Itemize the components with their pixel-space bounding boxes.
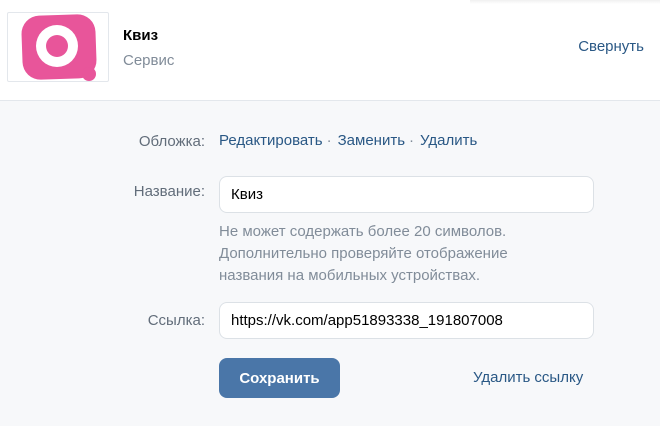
cover-edit-link[interactable]: Редактировать [219, 132, 323, 149]
app-title: Квиз [123, 27, 159, 44]
name-hint: Не может содержать более 20 символов. До… [219, 223, 508, 284]
link-label: Ссылка: [147, 312, 205, 329]
cover-label: Обложка: [138, 133, 205, 150]
popup-shadow [470, 0, 660, 4]
settings-form: Обложка: Редактировать · Заменить · Удал… [0, 101, 660, 426]
link-input[interactable] [219, 302, 594, 339]
cover-delete-link[interactable]: Удалить [420, 132, 477, 149]
separator-dot: · [326, 132, 332, 149]
app-settings-panel: Квиз Сервис Свернуть Обложка: Редактиров… [0, 0, 660, 426]
separator-dot: · [409, 132, 415, 149]
name-input[interactable] [219, 176, 594, 213]
collapse-link[interactable]: Свернуть [578, 38, 644, 55]
name-label: Название: [133, 183, 205, 200]
app-logo-icon [7, 12, 109, 82]
save-button[interactable]: Сохранить [219, 358, 340, 398]
app-header: Квиз Сервис Свернуть [0, 0, 660, 101]
cover-actions: Редактировать · Заменить · Удалить [219, 132, 477, 149]
delete-link-button[interactable]: Удалить ссылку [473, 369, 583, 386]
app-subtitle: Сервис [123, 52, 175, 69]
cover-replace-link[interactable]: Заменить [338, 132, 405, 149]
